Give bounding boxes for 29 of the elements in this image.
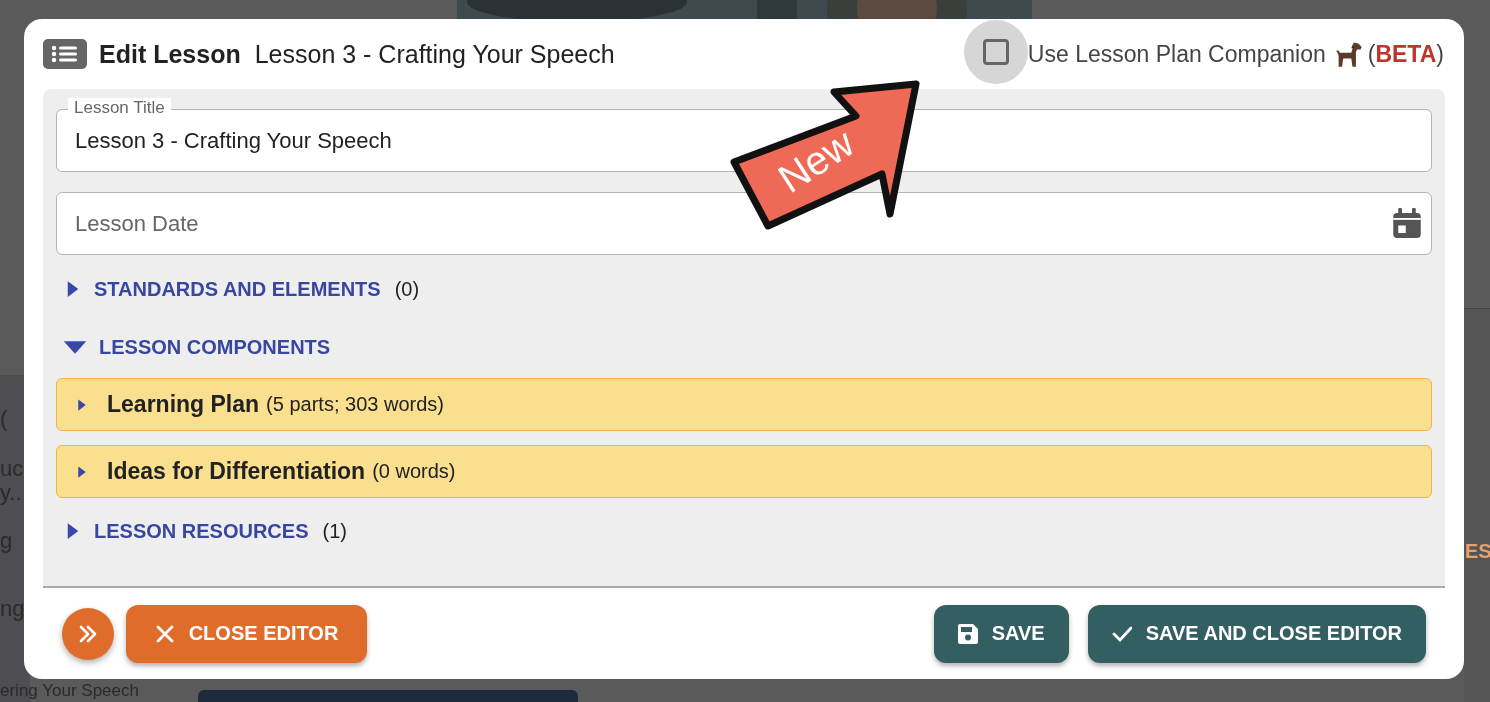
section-toggle[interactable]: STANDARDS AND ELEMENTS <box>94 277 381 301</box>
component-detail: (5 parts; 303 words) <box>266 393 444 416</box>
beta-tag: BETA <box>1375 40 1437 68</box>
close-icon <box>154 623 175 644</box>
save-and-close-button[interactable]: SAVE AND CLOSE EDITOR <box>1087 604 1426 663</box>
component-title: Ideas for Differentiation <box>107 458 366 485</box>
component-bar[interactable]: Ideas for Differentiation (0 words) <box>56 445 1432 498</box>
section-count: (1) <box>322 519 347 543</box>
list-icon <box>43 38 87 69</box>
section-toggle[interactable]: LESSON COMPONENTS <box>99 335 331 359</box>
save-icon <box>957 623 978 644</box>
calendar-icon[interactable] <box>1392 208 1422 238</box>
beta-paren: ) <box>1436 40 1444 68</box>
section-toggle[interactable]: LESSON RESOURCES <box>94 519 309 543</box>
save-button[interactable]: SAVE <box>933 604 1069 663</box>
dialog-title: Edit Lesson <box>99 39 241 69</box>
caret-icon[interactable] <box>62 339 88 355</box>
checkbox-label: Use Lesson Plan Companion <box>1027 40 1326 68</box>
date-field[interactable]: Lesson Date <box>56 192 1432 255</box>
expand-button[interactable] <box>62 607 114 660</box>
section-count: (0) <box>394 277 420 301</box>
background-text: ES <box>1465 540 1490 563</box>
double-chevron-icon <box>78 623 98 644</box>
lesson-name: Lesson 3 - Crafting Your Speech <box>254 39 615 69</box>
beta-paren: ( <box>1367 40 1376 68</box>
component-bar[interactable]: Learning Plan (5 parts; 303 words) <box>56 378 1432 431</box>
component-detail: (0 words) <box>372 460 456 483</box>
background-text: ( <box>0 406 8 432</box>
component-title: Learning Plan <box>107 391 260 418</box>
